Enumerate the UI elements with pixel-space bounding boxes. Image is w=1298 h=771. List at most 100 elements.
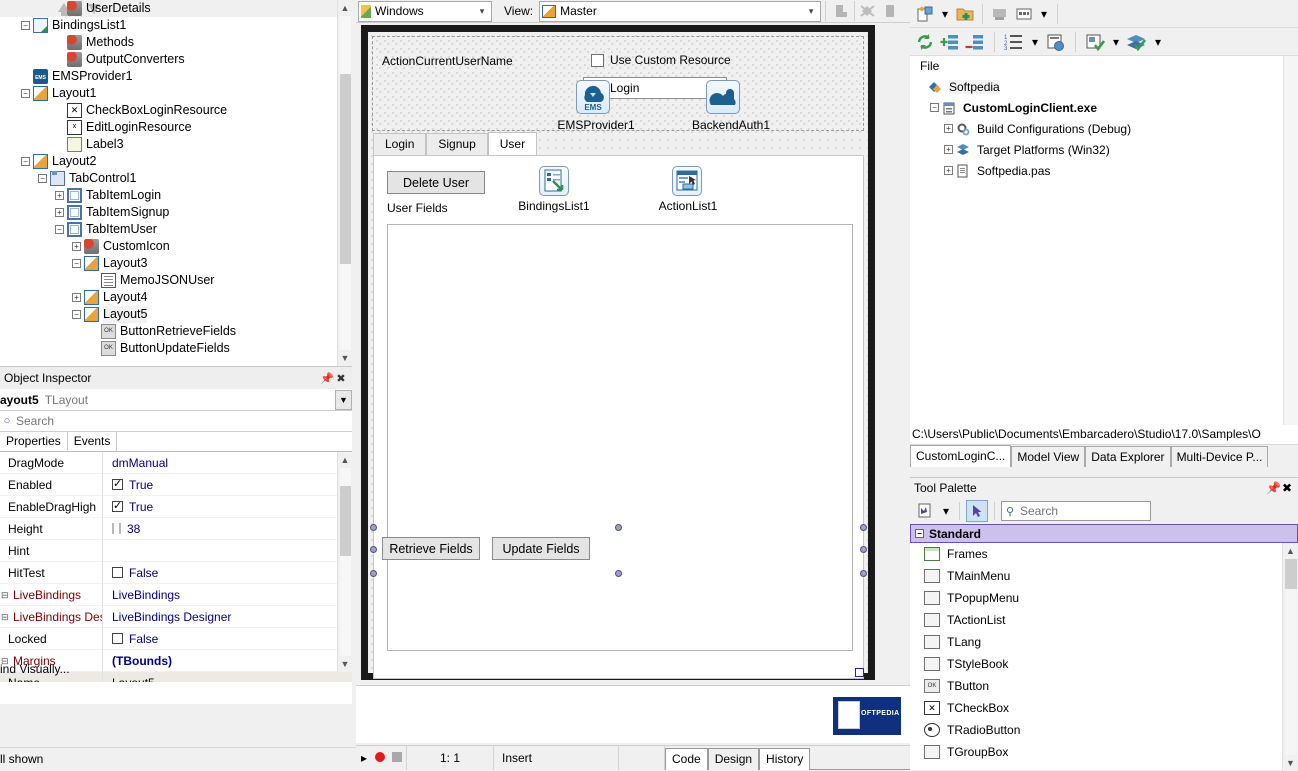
pin-icon[interactable]: 📌 [320,372,334,385]
tree-node[interactable]: + Layout4 [0,289,337,306]
form-canvas[interactable]: ActionCurrentUserName Use Custom Resourc… [368,32,868,679]
add-folder-icon[interactable] [954,3,976,25]
property-value-cell[interactable]: True [103,477,352,492]
pm-expander-plus[interactable]: + [944,145,953,154]
chevron-down-icon[interactable]: ▾ [475,6,489,17]
palette-item[interactable]: TMainMenu [910,565,1298,587]
pm-expander-minus[interactable]: − [930,103,939,112]
property-value-cell[interactable]: 38 [103,522,352,536]
tree-node[interactable]: + TabItemSignup [0,204,337,221]
palette-items[interactable]: Frames TMainMenu TPopupMenu TActionList TLan… [910,543,1298,763]
form-resize-grip[interactable] [855,668,864,677]
form-tab-signup[interactable]: Signup [426,133,488,155]
resize-handle-br[interactable] [860,570,867,577]
tree-node[interactable]: UserDetails [0,0,337,17]
chevron-down-icon[interactable]: ▾ [938,3,952,25]
tree-expander-minus[interactable]: − [55,225,64,234]
tree-expander-plus[interactable]: + [55,208,64,217]
tree-node[interactable]: − TabControl1 [0,170,337,187]
property-checkbox[interactable] [112,477,123,490]
new-item-icon[interactable] [914,3,936,25]
use-custom-resource-checkbox[interactable]: Use Custom Resource [591,53,731,67]
tree-node[interactable]: − BindingsList1 [0,17,337,34]
tree-node[interactable]: OK ButtonUpdateFields [0,340,337,357]
palette-item[interactable]: Frames [910,543,1298,565]
tree-node[interactable]: x EditLoginResource [0,119,337,136]
view-details-icon[interactable] [989,3,1011,25]
resize-handle-tr[interactable] [860,524,867,531]
object-inspector-tabs[interactable]: Properties Events [0,432,352,452]
search-input[interactable] [14,413,314,429]
view-source-icon[interactable] [1045,31,1067,53]
tree-expander-minus[interactable]: − [21,157,30,166]
resize-handle-ml[interactable] [370,546,377,553]
property-row[interactable]: Height 38 [0,517,352,540]
delete-user-button[interactable]: Delete User [387,171,485,194]
oi-tab-events[interactable]: Events [68,432,118,451]
bind-visually-link[interactable]: ind Visually... [0,656,70,682]
properties-grid[interactable]: DragModedmManualEnabledTrueEnableDragHig… [0,452,352,685]
view-mode-tabs[interactable]: Code Design History [665,746,811,770]
form-window[interactable]: ActionCurrentUserName Use Custom Resourc… [361,25,875,680]
view-tab-code[interactable]: Code [665,748,708,770]
category-collapse-icon[interactable]: − [915,529,924,538]
property-checkbox[interactable] [112,499,123,512]
collapse-all-icon[interactable] [964,31,986,53]
tree-expander-minus[interactable]: − [72,310,81,319]
palette-search-input[interactable] [1018,503,1138,519]
property-value-cell[interactable]: False [103,632,352,646]
expand-all-icon[interactable] [939,31,961,53]
tree-expander-minus[interactable]: − [21,89,30,98]
property-row[interactable]: EnableDragHigh True [0,495,352,518]
project-tree-node[interactable]: Softpedia [910,76,1298,97]
tree-node[interactable]: − Layout2 [0,153,337,170]
pin-icon[interactable]: 📌 [1266,481,1281,495]
chevron-down-icon[interactable]: ▾ [939,500,953,522]
palette-item[interactable]: TGroupBox [910,741,1298,763]
tp-scroll-thumb[interactable] [1284,559,1297,589]
tree-node[interactable]: Label3 [0,136,337,153]
tree-expander-plus[interactable]: + [72,293,81,302]
resize-handle-tc[interactable] [615,524,622,531]
property-value-cell[interactable]: False [103,566,352,580]
grid-view-icon[interactable] [1013,3,1035,25]
property-value-cell[interactable]: LiveBindings [103,588,352,602]
ems-cloud-icon[interactable]: EMS [576,80,610,114]
property-row[interactable]: Hint [0,539,352,562]
object-inspector-search[interactable]: ○ [0,411,352,432]
close-icon[interactable]: ✖ [1280,481,1294,495]
form-tab-login[interactable]: Login [373,133,427,155]
structure-scrollbar[interactable]: ▲ ▼ [337,0,352,366]
property-row[interactable]: LiveBindings Des LiveBindings Designer [0,605,352,628]
stop-icon[interactable] [388,751,406,765]
palette-options-icon[interactable] [914,500,936,522]
pm-expander-plus[interactable]: + [944,166,953,175]
project-manager-tabs[interactable]: CustomLoginC... Model View Data Explorer Mu… [910,445,1298,467]
project-manager-scrollbar[interactable] [1283,56,1298,425]
build-order-icon[interactable]: 123 [1003,31,1025,53]
view-tab-design[interactable]: Design [707,748,760,770]
tree-node[interactable]: − TabItemUser [0,221,337,238]
tree-node[interactable]: EMS EMSProvider1 [0,68,337,85]
scroll-thumb[interactable] [339,74,351,264]
chevron-down-icon[interactable]: ▼ [335,389,352,410]
resize-handle-bl[interactable] [370,570,377,577]
project-tree-node[interactable]: + Target Platforms (Win32) [910,139,1298,160]
resize-handle-mr[interactable] [860,546,867,553]
project-tree[interactable]: Softpedia − CustomLoginClient.exe + Build Co… [910,76,1298,181]
resize-handle-bc[interactable] [615,570,622,577]
pointer-tool-icon[interactable] [966,500,988,522]
tree-expander-minus[interactable]: − [21,21,30,30]
pm-expander-plus[interactable]: + [944,124,953,133]
view-tab-history[interactable]: History [759,748,811,770]
palette-item[interactable]: TRadioButton [910,719,1298,741]
record-icon[interactable] [372,751,388,765]
oi-scroll-up-arrow[interactable]: ▲ [341,452,350,468]
oi-scroll-down-arrow[interactable]: ▼ [341,656,350,672]
property-value-cell[interactable]: dmManual [103,456,352,470]
scroll-down-arrow[interactable]: ▼ [341,350,350,366]
retrieve-fields-button[interactable]: Retrieve Fields [382,537,480,560]
oi-scroll-thumb[interactable] [339,486,351,556]
chevron-down-icon-3[interactable]: ▾ [1028,31,1042,53]
palette-item[interactable]: TPopupMenu [910,587,1298,609]
